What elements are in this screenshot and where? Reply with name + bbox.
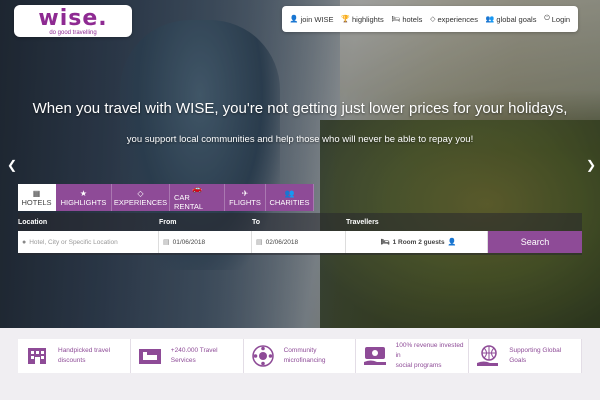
coins-icon [250,345,276,367]
bed-board-icon [137,345,163,367]
logo-tagline: do good travelling [49,30,97,36]
from-label: From [159,219,177,226]
travellers-label: Travellers [346,219,379,226]
building-icon: ▦ [32,188,41,198]
to-label: To [252,219,261,226]
location-pin-icon: ● [22,238,27,246]
tab-charities[interactable]: 👥 CHARITIES [266,184,314,211]
user-icon: 👤 [447,239,457,246]
carousel-prev-chevron-icon[interactable]: ❮ [7,158,17,172]
nav-highlights[interactable]: 🏆 highlights [341,15,383,24]
location-label: Location [18,219,48,226]
feature-strip: Handpicked travel discounts +240.000 Tra… [18,339,582,373]
location-input[interactable] [29,238,148,246]
tab-highlights[interactable]: ★ HIGHLIGHTS [56,184,112,211]
trophy-icon: 🏆 [341,16,350,23]
from-date-field[interactable]: ▤ 01/06/2018 [159,231,252,253]
calendar-icon: ▤ [256,239,263,246]
bed-icon: 🛏 [391,16,401,23]
user-plus-icon: 👤 [289,16,299,23]
hero-headline: When you travel with WISE, you're not ge… [32,100,568,117]
globe-hand-icon [475,345,501,367]
tab-experiences[interactable]: ◇ EXPERIENCES [112,184,170,211]
plane-icon: ✈ [241,188,249,198]
nav-join-wise[interactable]: 👤 join WISE [290,15,334,24]
from-date-value: 01/06/2018 [172,238,206,246]
travellers-field[interactable]: 🛏 1 Room 2 guests 👤 [346,231,488,253]
nav-hotels[interactable]: 🛏 hotels [391,15,422,24]
calendar-icon: ▤ [163,239,170,246]
nav-global-goals[interactable]: 👥 global goals [486,15,537,24]
tab-flights[interactable]: ✈ FLIGHTS [225,184,266,211]
location-field[interactable]: ● [18,231,159,253]
car-icon: 🚗 [192,184,202,193]
login-icon: ⏻ [544,15,550,22]
nav-login[interactable]: ⏻ Login [544,15,570,24]
star-icon: ★ [79,188,88,198]
feature-travel-services: +240.000 Travel Services [130,339,244,373]
feature-handpicked-discounts: Handpicked travel discounts [18,339,131,373]
feature-microfinancing: Community microfinancing [243,339,357,373]
travellers-value: 1 Room 2 guests [392,238,445,246]
users-icon: 👥 [485,16,495,23]
booking-tabs: ▦ HOTELS ★ HIGHLIGHTS ◇ EXPERIENCES 🚗 CA… [18,184,314,211]
top-navigation: 👤 join WISE 🏆 highlights 🛏 hotels ◇ expe… [282,6,578,32]
to-date-value: 02/06/2018 [265,238,299,246]
logo-wordmark: wise. [38,6,108,31]
to-date-field[interactable]: ▤ 02/06/2018 [252,231,346,253]
users-icon: 👥 [284,188,295,198]
diamond-icon: ◇ [430,16,436,23]
diamond-icon: ◇ [137,188,144,198]
feature-global-goals: Supporting Global Goals [469,339,582,373]
money-hand-icon [362,345,387,367]
carousel-next-chevron-icon[interactable]: ❯ [586,158,596,172]
bed-icon: 🛏 [380,239,390,246]
search-form: Location From To Travellers ● ▤ 01/06/20… [18,213,582,255]
hero-banner: wise. do good travelling 👤 join WISE 🏆 h… [0,0,600,328]
site-logo[interactable]: wise. do good travelling [14,5,132,37]
tab-car-rental[interactable]: 🚗 CAR RENTAL [170,184,225,211]
hero-subline: you support local communities and help t… [126,134,474,145]
nav-experiences[interactable]: ◇ experiences [430,15,478,24]
tab-hotels[interactable]: ▦ HOTELS [18,184,56,211]
feature-revenue-invested: 100% revenue invested in social programs [356,339,470,373]
search-button[interactable]: Search [488,231,582,253]
hotel-building-icon [24,345,50,367]
